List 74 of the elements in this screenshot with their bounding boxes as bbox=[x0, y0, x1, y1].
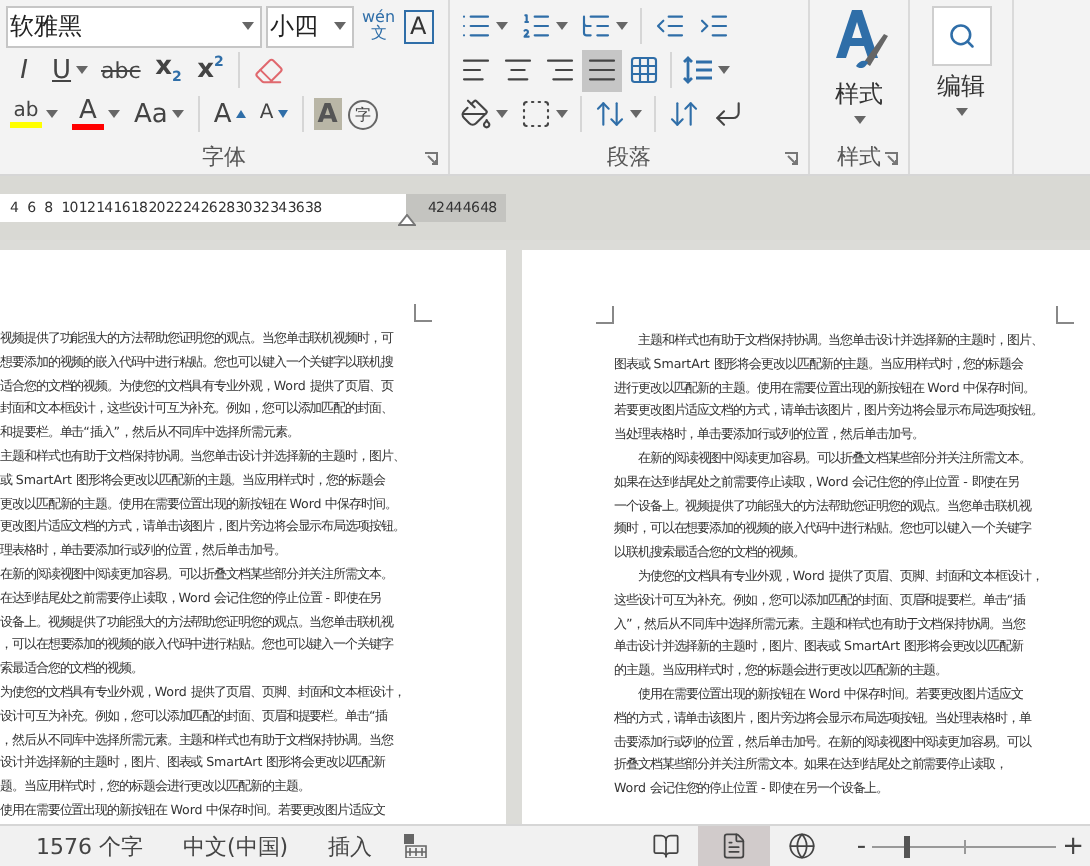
group-label: 字体 bbox=[202, 141, 246, 171]
border-icon bbox=[520, 98, 552, 130]
phonetic-guide-button[interactable]: wén 文 bbox=[358, 5, 400, 47]
macro-record-icon[interactable] bbox=[404, 834, 429, 858]
zoom-slider[interactable] bbox=[872, 835, 1057, 857]
change-case-button[interactable]: Aa bbox=[130, 93, 188, 135]
margin-corner-icon bbox=[414, 304, 432, 322]
zoom-thumb[interactable] bbox=[903, 835, 910, 857]
caret-icon bbox=[496, 22, 508, 30]
styles-button[interactable]: 样式 bbox=[816, 2, 902, 128]
superscript-button[interactable]: x$^{2}$ bbox=[192, 49, 229, 91]
alignment-button[interactable] bbox=[582, 49, 622, 91]
book-icon bbox=[652, 832, 681, 860]
subscript-button[interactable]: x$_{2}$ bbox=[150, 49, 187, 91]
caret-icon bbox=[75, 66, 88, 74]
increase-indent-icon bbox=[698, 10, 730, 42]
decrease-indent-icon bbox=[654, 10, 686, 42]
character-shading-button[interactable]: A bbox=[313, 98, 342, 130]
up-triangle-icon bbox=[235, 110, 246, 118]
font-color-button[interactable]: A bbox=[68, 93, 124, 135]
down-triangle-icon bbox=[277, 110, 288, 118]
group-label: 段落 bbox=[607, 141, 651, 171]
font-size-field[interactable]: 小四 bbox=[266, 5, 354, 47]
zoom-in-button[interactable]: + bbox=[1056, 831, 1090, 861]
caret-icon bbox=[853, 116, 865, 124]
page-icon bbox=[720, 832, 749, 860]
caret-icon bbox=[108, 110, 120, 118]
dialog-launcher-icon[interactable] bbox=[884, 152, 898, 166]
enclose-character-button[interactable]: 字 bbox=[347, 99, 378, 129]
sort-icon bbox=[668, 98, 700, 130]
justify-icon bbox=[586, 54, 618, 86]
line-spacing-icon bbox=[682, 54, 714, 86]
caret-icon bbox=[556, 22, 568, 30]
margin-corner-icon bbox=[596, 306, 614, 324]
margin-corner-icon bbox=[1056, 306, 1074, 324]
insert-mode-status[interactable]: 插入 bbox=[328, 831, 373, 861]
indent-marker-icon[interactable] bbox=[398, 214, 416, 226]
caret-icon bbox=[718, 66, 730, 74]
arrows-icon bbox=[594, 98, 626, 130]
font-name-field[interactable]: 软雅黑 bbox=[6, 5, 262, 47]
underline-button[interactable]: U bbox=[48, 49, 92, 91]
caret-icon bbox=[334, 22, 346, 30]
editing-button[interactable]: 编辑 bbox=[916, 2, 1006, 120]
strikethrough-button[interactable]: abc bbox=[97, 49, 145, 91]
zoom-out-button[interactable]: - bbox=[850, 831, 873, 861]
globe-icon bbox=[788, 832, 817, 860]
language-status[interactable]: 中文(中国) bbox=[183, 831, 289, 861]
multilevel-list-icon bbox=[580, 10, 612, 42]
caret-icon bbox=[556, 110, 568, 118]
dialog-launcher-icon[interactable] bbox=[784, 152, 798, 166]
dialog-launcher-icon[interactable] bbox=[424, 152, 438, 166]
word-count[interactable]: 1576 个字 bbox=[36, 831, 143, 861]
caret-icon bbox=[630, 110, 642, 118]
caret-icon bbox=[46, 110, 58, 118]
italic-button[interactable]: I bbox=[6, 49, 42, 91]
caret-icon bbox=[955, 108, 967, 116]
view-button[interactable] bbox=[698, 826, 771, 866]
caret-icon bbox=[496, 110, 508, 118]
search-icon bbox=[947, 22, 975, 50]
caret-icon bbox=[171, 110, 184, 118]
align-center-icon bbox=[502, 54, 534, 86]
grow-font-button[interactable]: A bbox=[209, 93, 250, 135]
group-label: 样式 bbox=[837, 141, 881, 171]
caret-icon bbox=[242, 22, 254, 30]
highlight-button[interactable]: ab bbox=[6, 93, 62, 135]
eraser-icon bbox=[254, 55, 285, 85]
caret-icon bbox=[616, 22, 628, 30]
align-left-icon bbox=[460, 54, 492, 86]
numbered-list-icon bbox=[520, 10, 552, 42]
paint-bucket-icon bbox=[460, 98, 492, 130]
align-right-icon bbox=[544, 54, 576, 86]
shrink-font-button[interactable]: A bbox=[255, 93, 292, 135]
character-border-button[interactable]: A bbox=[403, 9, 434, 43]
return-arrow-icon bbox=[712, 98, 744, 130]
